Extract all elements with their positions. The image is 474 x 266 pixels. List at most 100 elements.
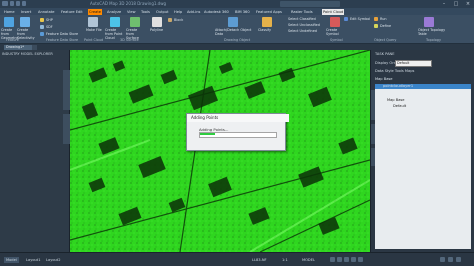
task-pane-title: TASK PANE: [375, 52, 395, 56]
progress-bar: [199, 132, 277, 138]
title-bar: AutoCAD Map 3D 2018 Drawing1.dwg – □ ×: [0, 0, 474, 8]
new-icon[interactable]: [10, 1, 14, 6]
task-pane-toolbar[interactable]: Data Style Tools Maps: [375, 69, 414, 73]
snap-icon[interactable]: [337, 257, 342, 262]
grid-icon[interactable]: [330, 257, 335, 262]
point-cloud-render: [70, 50, 370, 252]
run-icon[interactable]: [374, 17, 378, 21]
tree-item-label: pointcloudlayer1: [383, 84, 414, 88]
close-button[interactable]: ×: [462, 0, 474, 8]
classify-button[interactable]: [262, 17, 272, 27]
create-symbol-button[interactable]: [330, 17, 340, 27]
maximize-button[interactable]: □: [450, 0, 462, 8]
tree-item-default[interactable]: Default: [375, 104, 471, 109]
annotation-scale-label[interactable]: 1:1: [280, 257, 290, 263]
open-icon[interactable]: [16, 1, 20, 6]
text-icon[interactable]: [168, 32, 172, 36]
tree-item-label: Map Base: [375, 77, 393, 81]
search-input[interactable]: [280, 1, 340, 7]
app-menu-icon[interactable]: [2, 1, 8, 6]
industry-model-explorer-palette: INDUSTRY MODEL EXPLORER: [0, 50, 70, 252]
arc-icon[interactable]: [188, 32, 192, 36]
vertical-tab-1[interactable]: [63, 70, 70, 110]
select-classified-button[interactable]: Select Classified: [288, 17, 316, 21]
block-icon[interactable]: [168, 18, 172, 22]
vertical-tab-map-explorer[interactable]: [371, 90, 375, 120]
workspace-gear-icon[interactable]: [448, 257, 453, 262]
panel-title-3d-surface: 3D Surface: [120, 38, 139, 42]
tab-layout1[interactable]: Layout1: [24, 257, 43, 263]
create-symbol-label: Create Symbol: [326, 28, 339, 36]
minimize-button[interactable]: –: [438, 0, 450, 8]
tree-area: pointcloudlayer1 Map Base Default: [375, 84, 471, 249]
panel-title-object-query: Object Query: [374, 38, 397, 42]
panel-title-feature-data-store: Feature Data Store: [46, 38, 79, 42]
tree-item-label: Map Base: [387, 98, 405, 102]
edit-symbol-icon[interactable]: [344, 17, 348, 21]
define-icon[interactable]: [374, 24, 378, 28]
make-file-button[interactable]: [88, 17, 98, 27]
classify-label: Classify: [258, 28, 272, 32]
vertical-tab-survey[interactable]: [371, 148, 375, 166]
sdf-button[interactable]: SDF: [46, 25, 53, 29]
osnap-icon[interactable]: [358, 257, 363, 262]
coordinate-system-label[interactable]: LL83-NF: [250, 257, 269, 263]
create-from-selectivity-button[interactable]: [20, 17, 30, 27]
shp-icon: [40, 18, 44, 22]
tree-item-map-base[interactable]: Map Base: [375, 98, 471, 103]
polyline-label: Polyline: [150, 28, 164, 32]
ortho-icon[interactable]: [344, 257, 349, 262]
drawing-viewport[interactable]: [70, 50, 370, 252]
create-from-point-cloud-button[interactable]: [110, 17, 120, 27]
ribbon: Create from Geometry Create from Selecti…: [0, 15, 474, 44]
line-icon[interactable]: [188, 18, 192, 22]
shp-button[interactable]: SHP: [46, 18, 53, 22]
sdf-icon: [40, 25, 44, 29]
save-icon[interactable]: [22, 1, 26, 6]
circle-icon[interactable]: [188, 25, 192, 29]
edit-symbol-label: Edit Symbol: [350, 17, 371, 21]
window-title: AutoCAD Map 3D 2018 Drawing1.dwg: [90, 1, 167, 6]
customize-icon[interactable]: [440, 257, 445, 262]
adding-points-dialog[interactable]: Adding Points Adding Points...: [186, 113, 289, 151]
ribbon-tab-bar: Home Insert Annotate Feature Edit Create…: [0, 8, 474, 15]
fullscreen-icon[interactable]: [456, 257, 461, 262]
tree-item-map-base-root[interactable]: Map Base: [375, 77, 471, 82]
feature-data-store-icon: [40, 32, 44, 36]
polyline-button[interactable]: [152, 17, 162, 27]
palette-title: INDUSTRY MODEL EXPLORER: [2, 52, 53, 56]
object-topology-table-button[interactable]: [424, 17, 434, 27]
block-label: Block: [174, 18, 184, 22]
attach-detach-object-data-button[interactable]: [228, 17, 238, 27]
select-unclassified-button[interactable]: Select Unclassified: [288, 23, 320, 27]
attach-detach-object-data-label: Attach/Detach Object Data: [215, 28, 252, 36]
vertical-tab-map-book[interactable]: [371, 124, 375, 144]
select-undefined-icon: [282, 29, 286, 33]
define-label: Define: [380, 24, 392, 28]
status-bar: Model Layout1 Layout2 LL83-NF 1:1 MODEL: [0, 252, 474, 266]
panel-title-drawing-object: Drawing Object: [224, 38, 251, 42]
panel-title-feature: Feature: [6, 38, 19, 42]
create-from-surface-button[interactable]: [130, 17, 140, 27]
object-topology-table-label: Object Topology Table: [418, 28, 446, 36]
panel-title-symbol: Symbol: [330, 38, 343, 42]
make-file-label: Make File: [86, 28, 102, 32]
tree-item-label: Default: [393, 104, 407, 108]
create-from-geometry-button[interactable]: [4, 17, 14, 27]
select-undefined-button[interactable]: Select Undefined: [288, 29, 317, 33]
feature-data-store-button[interactable]: Feature Data Store: [46, 32, 78, 36]
progress-fill: [200, 133, 216, 135]
display-order-select[interactable]: Default: [395, 60, 432, 67]
tree-item-pointcloudlayer1[interactable]: pointcloudlayer1: [375, 84, 471, 89]
select-unclassified-icon: [282, 23, 286, 27]
polar-icon[interactable]: [351, 257, 356, 262]
vertical-tab-2[interactable]: [63, 114, 70, 144]
model-space-label[interactable]: MODEL: [300, 257, 317, 263]
panel-title-point-cloud: Point Cloud: [84, 38, 104, 42]
run-label: Run: [380, 17, 387, 21]
create-from-selectivity-label: Create from Selectivity: [17, 28, 35, 40]
point-icon[interactable]: [168, 25, 172, 29]
tab-model[interactable]: Model: [4, 257, 19, 263]
tab-layout2[interactable]: Layout2: [44, 257, 63, 263]
create-from-geometry-icon: [4, 17, 14, 27]
